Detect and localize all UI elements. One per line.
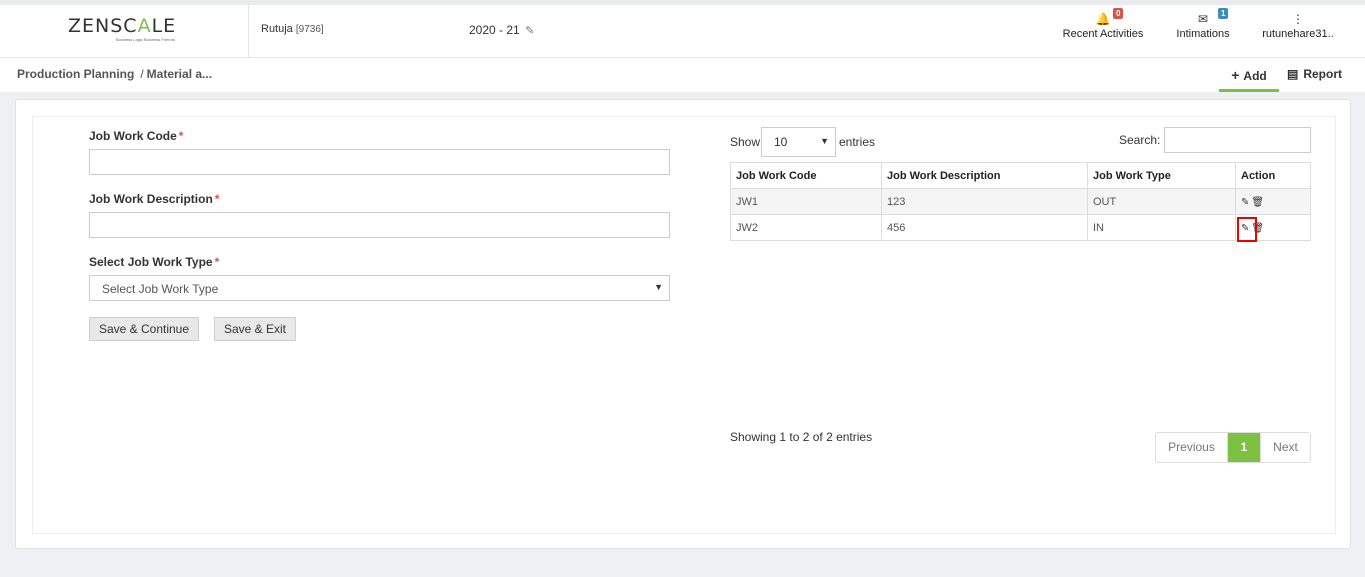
content-area: Job Work Code * Job Work Description * Sel… [32, 116, 1336, 534]
main-panel: Job Work Code * Job Work Description * Sel… [15, 99, 1351, 549]
fiscal-year-label: 2020 - 21 [469, 23, 520, 37]
job-work-type-label-text: Select Job Work Type [89, 255, 213, 269]
search-input[interactable] [1164, 127, 1311, 153]
edit-icon[interactable]: ✎ [1241, 197, 1249, 208]
previous-page-button[interactable]: Previous [1156, 433, 1228, 462]
next-page-button[interactable]: Next [1260, 433, 1310, 462]
top-header: ZENSCALE Business Logic Business Friends… [0, 0, 1365, 58]
logo-tagline: Business Logic Business Friends [116, 37, 175, 42]
cell-description: 456 [881, 214, 1088, 241]
search-label: Search: [1119, 133, 1161, 147]
recent-activities-button[interactable]: 🔔 0 Recent Activities [1060, 8, 1146, 40]
kebab-menu-icon: ⋮ [1292, 12, 1304, 26]
pagination: Previous 1 Next [1155, 432, 1311, 463]
account-menu[interactable]: ⋮ rutunehare31.. [1260, 12, 1336, 40]
breadcrumb-current: Material a... [146, 67, 213, 81]
cell-description: 123 [881, 188, 1088, 215]
job-work-code-input[interactable] [89, 149, 670, 175]
job-work-type-selected: Select Job Work Type [102, 282, 219, 296]
user-id: [9736] [295, 24, 324, 35]
intimations-label: Intimations [1176, 28, 1230, 40]
logo-text-main: ZENSC [68, 15, 138, 37]
user-name: Rutuja [261, 23, 293, 35]
breadcrumb-bar: Production Planning / Material a... + Add ▤… [0, 58, 1365, 92]
required-mark: * [178, 129, 184, 143]
table-info: Showing 1 to 2 of 2 entries [730, 430, 873, 444]
logo[interactable]: ZENSCALE [68, 15, 176, 37]
envelope-icon: ✉ 1 [1173, 8, 1233, 28]
caret-down-icon: ▼ [654, 282, 663, 292]
recent-activities-label: Recent Activities [1062, 28, 1144, 40]
column-header-action: Action [1235, 162, 1311, 189]
tab-add[interactable]: + Add [1219, 58, 1279, 92]
tab-add-label: Add [1243, 69, 1267, 83]
cell-code: JW2 [730, 214, 882, 241]
save-continue-button[interactable]: Save & Continue [89, 317, 199, 341]
fiscal-year[interactable]: 2020 - 21 ✎ [469, 23, 534, 37]
tab-report[interactable]: ▤ Report [1287, 67, 1342, 81]
entries-label: entries [839, 135, 876, 149]
logo-text-end: LE [151, 15, 177, 37]
required-mark: * [214, 255, 220, 269]
list-icon: ▤ [1287, 67, 1299, 81]
job-work-description-label: Job Work Description * [89, 192, 219, 206]
caret-down-icon: ▼ [820, 136, 829, 146]
account-name: rutunehare31.. [1262, 28, 1334, 40]
intimations-count-badge: 1 [1218, 8, 1229, 19]
bell-icon: 🔔 0 [1060, 8, 1146, 28]
breadcrumb: Production Planning / Material a... [17, 67, 212, 81]
user-info: Rutuja [9736] [261, 23, 324, 35]
trash-icon[interactable]: 🗑 [1251, 197, 1264, 208]
cell-type: IN [1087, 214, 1236, 241]
job-work-type-select[interactable]: Select Job Work Type ▼ [89, 275, 670, 301]
column-header-type[interactable]: Job Work Type [1087, 162, 1236, 189]
tab-report-label: Report [1303, 67, 1343, 81]
edit-icon[interactable]: ✎ [525, 25, 534, 37]
logo-text-accent: A [137, 15, 152, 37]
breadcrumb-separator: / [140, 67, 144, 81]
job-work-type-label: Select Job Work Type * [89, 255, 219, 269]
job-work-code-label-text: Job Work Code [89, 129, 177, 143]
job-work-table: Job Work Code Job Work Description Job W… [730, 162, 1311, 241]
save-exit-button[interactable]: Save & Exit [214, 317, 296, 341]
logo-container: ZENSCALE Business Logic Business Friends [0, 5, 249, 58]
intimations-button[interactable]: ✉ 1 Intimations [1173, 8, 1233, 40]
plus-icon: + [1231, 67, 1240, 83]
page-1-button[interactable]: 1 [1228, 433, 1260, 462]
job-work-description-label-text: Job Work Description [89, 192, 213, 206]
highlight-box [1237, 217, 1257, 242]
job-work-code-label: Job Work Code * [89, 129, 183, 143]
job-work-description-input[interactable] [89, 212, 670, 238]
show-label: Show [730, 135, 761, 149]
required-mark: * [214, 192, 220, 206]
page-size-select[interactable]: 10 ▼ [761, 127, 836, 157]
breadcrumb-root[interactable]: Production Planning [17, 67, 134, 81]
cell-type: OUT [1087, 188, 1236, 215]
cell-actions: ✎ 🗑 [1235, 188, 1311, 215]
column-header-description[interactable]: Job Work Description [881, 162, 1088, 189]
page-size-value: 10 [774, 135, 788, 149]
activities-count-badge: 0 [1113, 8, 1124, 19]
table-row: JW2 456 IN ✎ 🗑 [730, 214, 1311, 241]
table-header-row: Job Work Code Job Work Description Job W… [730, 162, 1311, 189]
table-row: JW1 123 OUT ✎ 🗑 [730, 188, 1311, 215]
column-header-code[interactable]: Job Work Code [730, 162, 882, 189]
cell-code: JW1 [730, 188, 882, 215]
